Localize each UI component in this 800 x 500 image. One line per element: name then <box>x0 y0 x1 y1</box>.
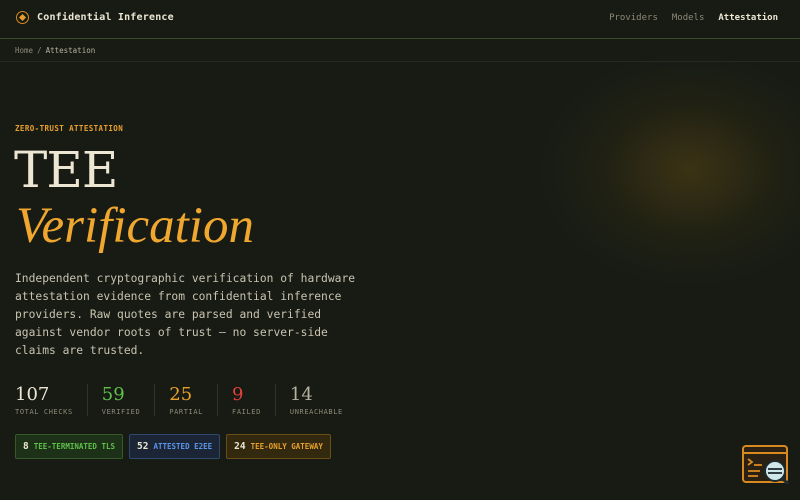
main-nav: Providers Models Attestation <box>609 13 778 23</box>
stat-partial: 25 PARTIAL <box>169 384 218 416</box>
badge-tee-terminated-tls[interactable]: 8 TEE-TERMINATED TLS <box>15 434 124 459</box>
badge-label: TEE-ONLY GATEWAY <box>250 442 323 451</box>
stat-label: FAILED <box>232 408 261 416</box>
nav-link-attestation[interactable]: Attestation <box>718 13 778 23</box>
page-title: TEE <box>14 141 118 199</box>
badge-count: 52 <box>137 441 149 452</box>
stat-value: 14 <box>289 384 313 405</box>
mode-badges: 8 TEE-TERMINATED TLS 52 ATTESTED E2EE 24… <box>15 434 331 459</box>
stat-value: 107 <box>15 384 50 405</box>
breadcrumb-separator: / <box>37 46 42 55</box>
badge-count: 24 <box>234 441 246 452</box>
stat-label: VERIFIED <box>101 408 141 416</box>
page-title-accent: Verification <box>16 198 254 254</box>
breadcrumb-home[interactable]: Home <box>15 46 33 55</box>
background-glow <box>540 55 800 285</box>
stat-label: UNREACHABLE <box>289 408 343 416</box>
top-navigation-bar: Confidential Inference Providers Models … <box>0 0 800 39</box>
terminal-search-icon[interactable] <box>742 445 790 486</box>
badge-label: TEE-TERMINATED TLS <box>33 442 116 451</box>
nav-link-providers[interactable]: Providers <box>609 13 658 23</box>
breadcrumb: Home / Attestation <box>0 40 800 62</box>
brand-title: Confidential Inference <box>37 12 174 23</box>
nav-link-models[interactable]: Models <box>672 13 705 23</box>
stat-failed: 9 FAILED <box>232 384 276 416</box>
badge-tee-only-gateway[interactable]: 24 TEE-ONLY GATEWAY <box>226 434 331 459</box>
stat-verified: 59 VERIFIED <box>102 384 156 416</box>
stat-total-checks: 107 TOTAL CHECKS <box>15 384 88 416</box>
eyebrow-label: ZERO-TRUST ATTESTATION <box>15 124 124 133</box>
badge-count: 8 <box>23 441 29 452</box>
stat-label: TOTAL CHECKS <box>15 408 73 416</box>
stat-value: 25 <box>169 384 193 405</box>
stats-row: 107 TOTAL CHECKS 59 VERIFIED 25 PARTIAL … <box>15 384 357 416</box>
stat-unreachable: 14 UNREACHABLE <box>290 384 357 416</box>
breadcrumb-current: Attestation <box>45 46 96 55</box>
badge-attested-e2ee[interactable]: 52 ATTESTED E2EE <box>129 434 221 459</box>
brand[interactable]: Confidential Inference <box>16 11 174 24</box>
stat-value: 59 <box>101 384 125 405</box>
stat-label: PARTIAL <box>169 408 203 416</box>
stat-value: 9 <box>232 384 244 405</box>
badge-label: ATTESTED E2EE <box>153 442 213 451</box>
hero-description: Independent cryptographic verification o… <box>15 272 356 357</box>
shield-hex-icon <box>16 11 29 24</box>
